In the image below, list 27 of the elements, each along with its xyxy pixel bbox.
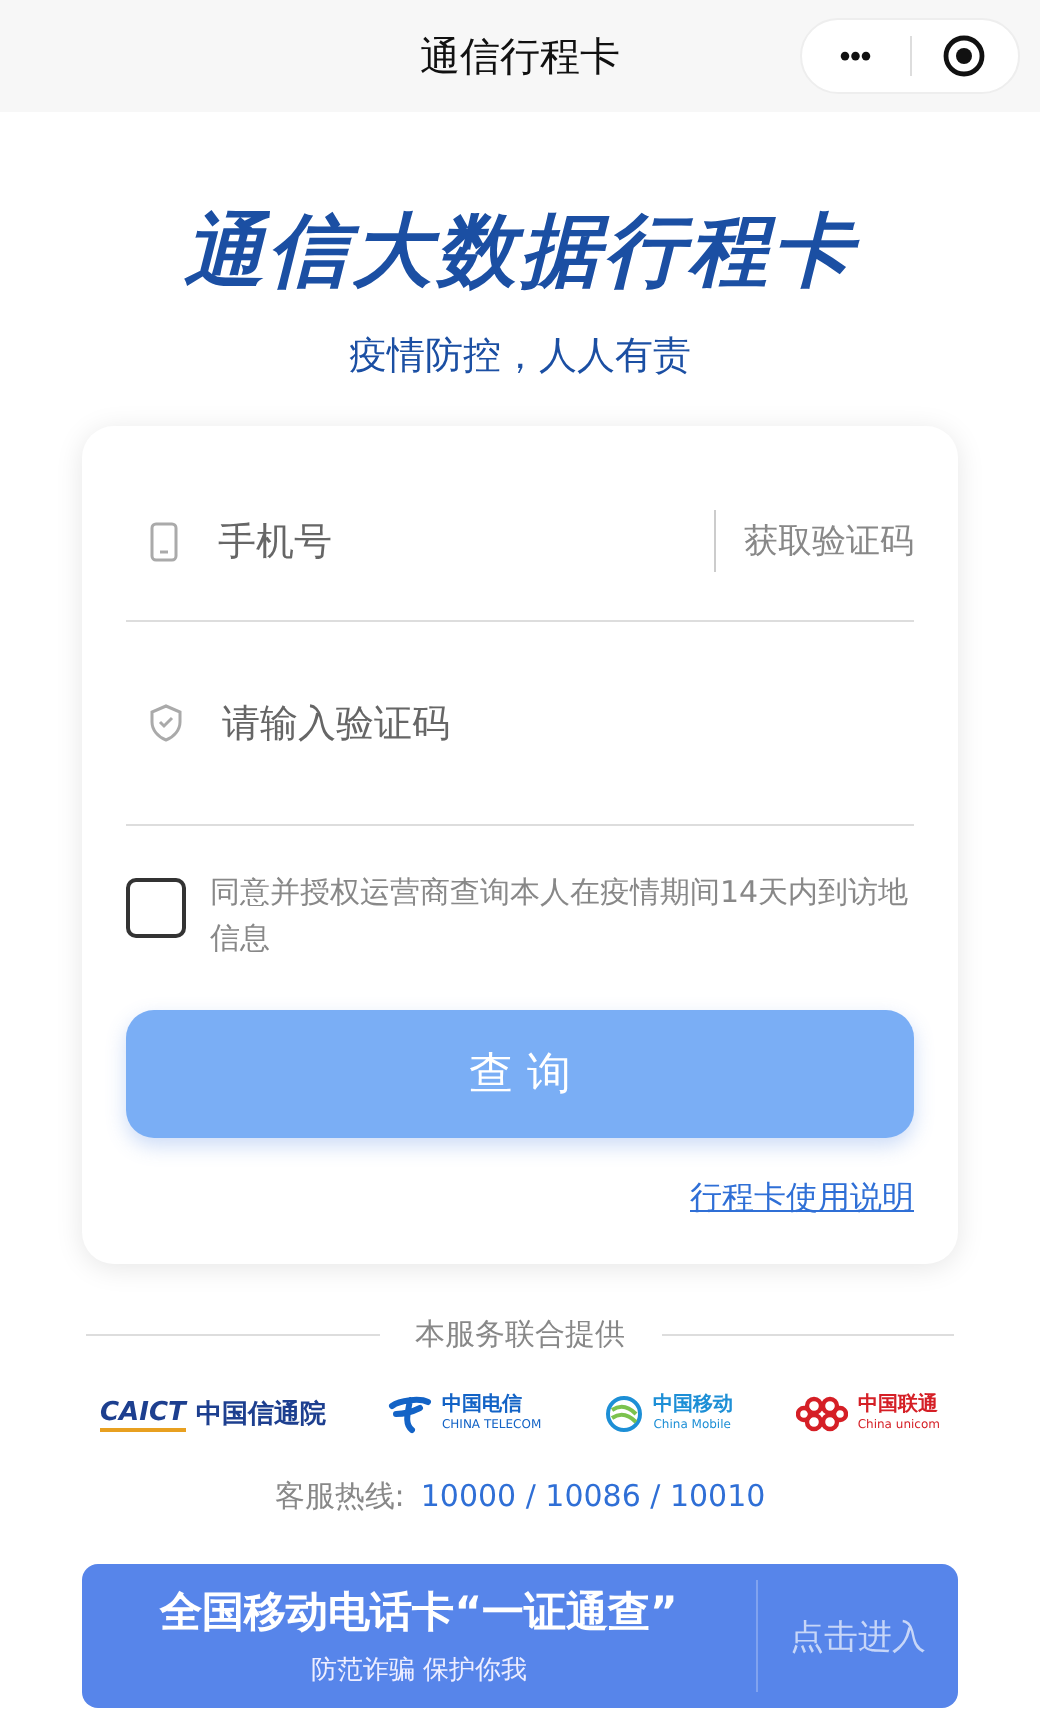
query-button[interactable]: 查 询 [126,1010,914,1138]
provider-name: 中国联通 [857,1396,940,1416]
get-code-button[interactable]: 获取验证码 [714,510,914,572]
target-icon [942,34,987,78]
consent-checkbox[interactable] [126,878,186,938]
provider-name: 中国电信 [441,1396,524,1416]
banner-subtitle: 防范诈骗 保护你我 [310,1654,528,1688]
caict-mark: CAICT [100,1397,186,1431]
banner-title: 全国移动电话卡“一证通查” [160,1586,678,1640]
providers-heading: 本服务联合提供 [415,1316,625,1354]
promo-banner[interactable]: 全国移动电话卡“一证通查” 防范诈骗 保护你我 点击进入 [82,1564,958,1708]
page-title: 通信行程卡 [420,29,620,83]
help-link[interactable]: 行程卡使用说明 [690,1178,914,1220]
shield-icon [150,704,182,742]
more-button[interactable]: ••• [802,20,909,92]
telecom-logo-icon [387,1394,432,1434]
mobile-logo-icon [603,1394,644,1434]
app-heading: 通信大数据行程卡 [184,204,856,302]
consent-text: 同意并授权运营商查询本人在疫情期间14天内到访地信息 [210,872,911,960]
provider-name: 中国信通院 [195,1401,326,1427]
hotline-numbers: 10000 / 10086 / 10010 [420,1478,766,1516]
phone-icon [150,521,178,561]
provider-name: 中国移动 [653,1396,734,1416]
slogan: 疫情防控，人人有责 [349,332,691,382]
enter-button[interactable]: 点击进入 [758,1611,958,1661]
unicom-logo-icon [795,1394,848,1434]
hotline-label: 客服热线: [274,1478,405,1516]
